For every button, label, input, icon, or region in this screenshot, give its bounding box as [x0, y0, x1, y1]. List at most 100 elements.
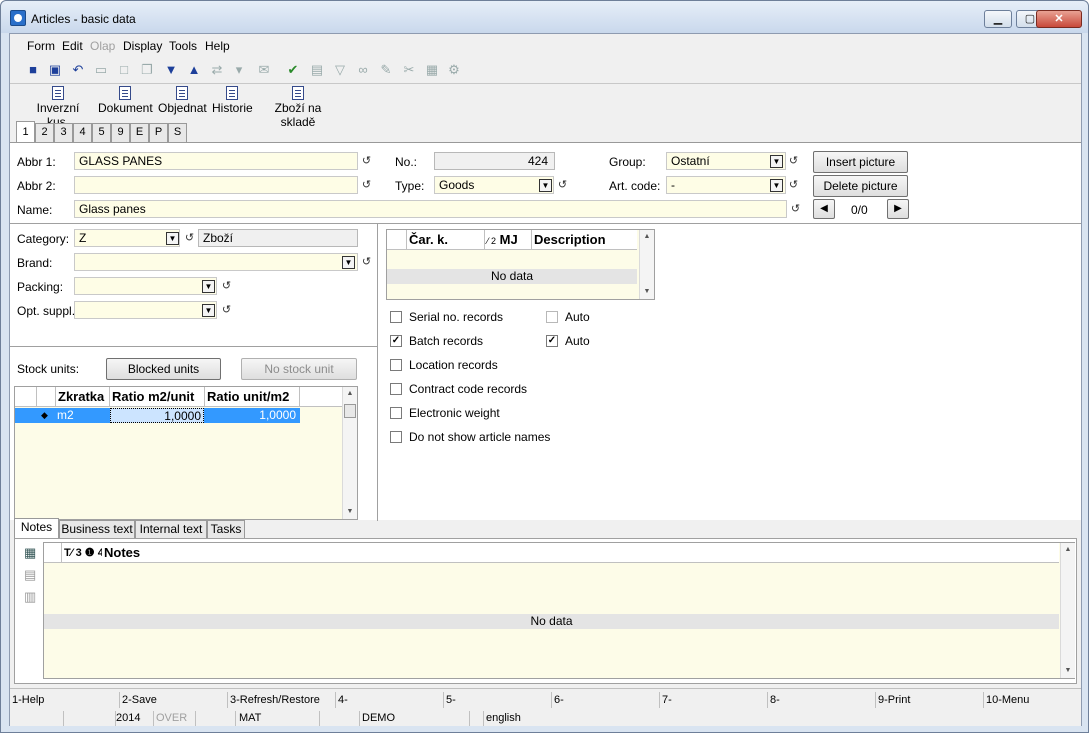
- ratio-m2-unit-cell[interactable]: 1,0000: [110, 408, 204, 423]
- serial-auto-checkbox[interactable]: [546, 311, 558, 323]
- arrow-down-icon[interactable]: ▼: [163, 62, 179, 78]
- f6-key[interactable]: 6-: [552, 692, 660, 708]
- f4-key[interactable]: 4-: [336, 692, 444, 708]
- artcode-field[interactable]: -: [666, 176, 786, 194]
- hide-article-names-checkbox[interactable]: [390, 431, 402, 443]
- f9-print[interactable]: 9-Print: [876, 692, 984, 708]
- filter-icon[interactable]: ▽: [332, 62, 348, 78]
- next-picture-button[interactable]: ▶: [887, 199, 909, 219]
- menu-help[interactable]: Help: [205, 39, 230, 53]
- goods-in-stock-button[interactable]: Zboží na skladě: [258, 86, 338, 129]
- mail-icon[interactable]: ✉: [256, 62, 272, 78]
- f1-help[interactable]: 1-Help: [12, 692, 120, 708]
- undo-icon[interactable]: ↶: [70, 62, 86, 78]
- dropdown-icon[interactable]: ▼: [770, 179, 783, 192]
- book-icon[interactable]: ▤: [309, 62, 325, 78]
- tab-business-text[interactable]: Business text: [59, 520, 135, 538]
- tab-s[interactable]: S: [168, 123, 187, 142]
- dropdown-icon[interactable]: ▼: [202, 304, 215, 317]
- tab-3[interactable]: 3: [54, 123, 73, 142]
- insert-picture-button[interactable]: Insert picture: [813, 151, 908, 173]
- tool1-icon[interactable]: ✂: [401, 62, 417, 78]
- tab-4[interactable]: 4: [73, 123, 92, 142]
- f5-key[interactable]: 5-: [444, 692, 552, 708]
- f10-menu[interactable]: 10-Menu: [984, 692, 1079, 708]
- no-stock-unit-button[interactable]: No stock unit: [241, 358, 357, 380]
- vertical-scrollbar[interactable]: ▲ ▼: [342, 387, 357, 519]
- dropdown-icon[interactable]: ▼: [770, 155, 783, 168]
- dropdown-icon[interactable]: ▼: [166, 232, 179, 245]
- f8-key[interactable]: 8-: [768, 692, 876, 708]
- tab-1[interactable]: 1: [16, 121, 35, 142]
- tab-internal-text[interactable]: Internal text: [135, 520, 207, 538]
- filter-check-icon[interactable]: ✔: [285, 62, 301, 78]
- f7-key[interactable]: 7-: [660, 692, 768, 708]
- history-icon[interactable]: ↺: [221, 304, 232, 316]
- menu-form[interactable]: Form: [27, 39, 55, 53]
- edit-icon[interactable]: ✎: [378, 62, 394, 78]
- dropdown-icon[interactable]: ▼: [202, 280, 215, 293]
- close-button[interactable]: ✕: [1036, 10, 1082, 28]
- history-icon[interactable]: ↺: [221, 280, 232, 292]
- category-field[interactable]: Z: [74, 229, 180, 247]
- group-field[interactable]: Ostatní: [666, 152, 786, 170]
- add-note-icon[interactable]: ▦: [24, 545, 36, 561]
- tab-e[interactable]: E: [130, 123, 149, 142]
- delete-note-icon[interactable]: ▥: [24, 589, 36, 605]
- history-button[interactable]: Historie: [212, 86, 253, 120]
- history-icon[interactable]: ↺: [184, 232, 195, 244]
- history-icon[interactable]: ↺: [361, 179, 372, 191]
- copy-icon[interactable]: ❐: [139, 62, 155, 78]
- batch-auto-checkbox[interactable]: ✓: [546, 335, 558, 347]
- barcode-column[interactable]: Čar. k.: [407, 230, 485, 250]
- history-icon[interactable]: ↺: [788, 179, 799, 191]
- delete-picture-button[interactable]: Delete picture: [813, 175, 908, 197]
- menu-edit[interactable]: Edit: [62, 39, 83, 53]
- table-row[interactable]: ◆ m2 1,0000 1,0000: [15, 408, 300, 423]
- dropdown-arrow-icon[interactable]: ▾: [231, 62, 247, 78]
- tab-9[interactable]: 9: [111, 123, 130, 142]
- ratio-unit-m2-column[interactable]: Ratio unit/m2: [205, 387, 300, 407]
- description-column[interactable]: Description: [532, 230, 637, 250]
- blocked-units-button[interactable]: Blocked units: [106, 358, 221, 380]
- name-field[interactable]: Glass panes: [74, 200, 787, 218]
- brand-field[interactable]: [74, 253, 358, 271]
- binoculars-icon[interactable]: ∞: [355, 62, 371, 78]
- serial-records-checkbox[interactable]: [390, 311, 402, 323]
- export-icon[interactable]: ⇄: [209, 62, 225, 78]
- ratio-m2-unit-column[interactable]: Ratio m2/unit: [110, 387, 205, 407]
- abbr1-field[interactable]: GLASS PANES: [74, 152, 358, 170]
- menu-display[interactable]: Display: [123, 39, 162, 53]
- tab-2[interactable]: 2: [35, 123, 54, 142]
- edit-note-icon[interactable]: ▤: [24, 567, 36, 583]
- inverse-button[interactable]: Inverzní kus.: [26, 86, 90, 129]
- contract-code-records-checkbox[interactable]: [390, 383, 402, 395]
- tool2-icon[interactable]: ▦: [424, 62, 440, 78]
- vertical-scrollbar[interactable]: ▲ ▼: [639, 230, 654, 299]
- history-icon[interactable]: ↺: [361, 256, 372, 268]
- mj-column[interactable]: ⁄ 2 MJ: [485, 230, 532, 250]
- batch-records-checkbox[interactable]: ✓: [390, 335, 402, 347]
- opt-supplier-field[interactable]: [74, 301, 217, 319]
- tab-p[interactable]: P: [149, 123, 168, 142]
- history-icon[interactable]: ↺: [557, 179, 568, 191]
- tab-5[interactable]: 5: [92, 123, 111, 142]
- vertical-scrollbar[interactable]: ▲ ▼: [1060, 543, 1075, 678]
- zkratka-column[interactable]: Zkratka: [56, 387, 110, 407]
- notes-column[interactable]: Notes: [102, 543, 402, 563]
- tab-tasks[interactable]: Tasks: [207, 520, 245, 538]
- f3-refresh[interactable]: 3-Refresh/Restore: [228, 692, 336, 708]
- history-icon[interactable]: ↺: [790, 203, 801, 215]
- tab-notes[interactable]: Notes: [14, 518, 59, 539]
- arrow-up-icon[interactable]: ▲: [186, 62, 202, 78]
- save-icon[interactable]: ■: [25, 62, 41, 78]
- f2-save[interactable]: 2-Save: [120, 692, 228, 708]
- open-icon[interactable]: ▭: [93, 62, 109, 78]
- save-close-icon[interactable]: ▣: [47, 62, 63, 78]
- dropdown-icon[interactable]: ▼: [342, 256, 355, 269]
- document-button[interactable]: Dokument: [98, 86, 153, 120]
- history-icon[interactable]: ↺: [788, 155, 799, 167]
- electronic-weight-checkbox[interactable]: [390, 407, 402, 419]
- history-icon[interactable]: ↺: [361, 155, 372, 167]
- location-records-checkbox[interactable]: [390, 359, 402, 371]
